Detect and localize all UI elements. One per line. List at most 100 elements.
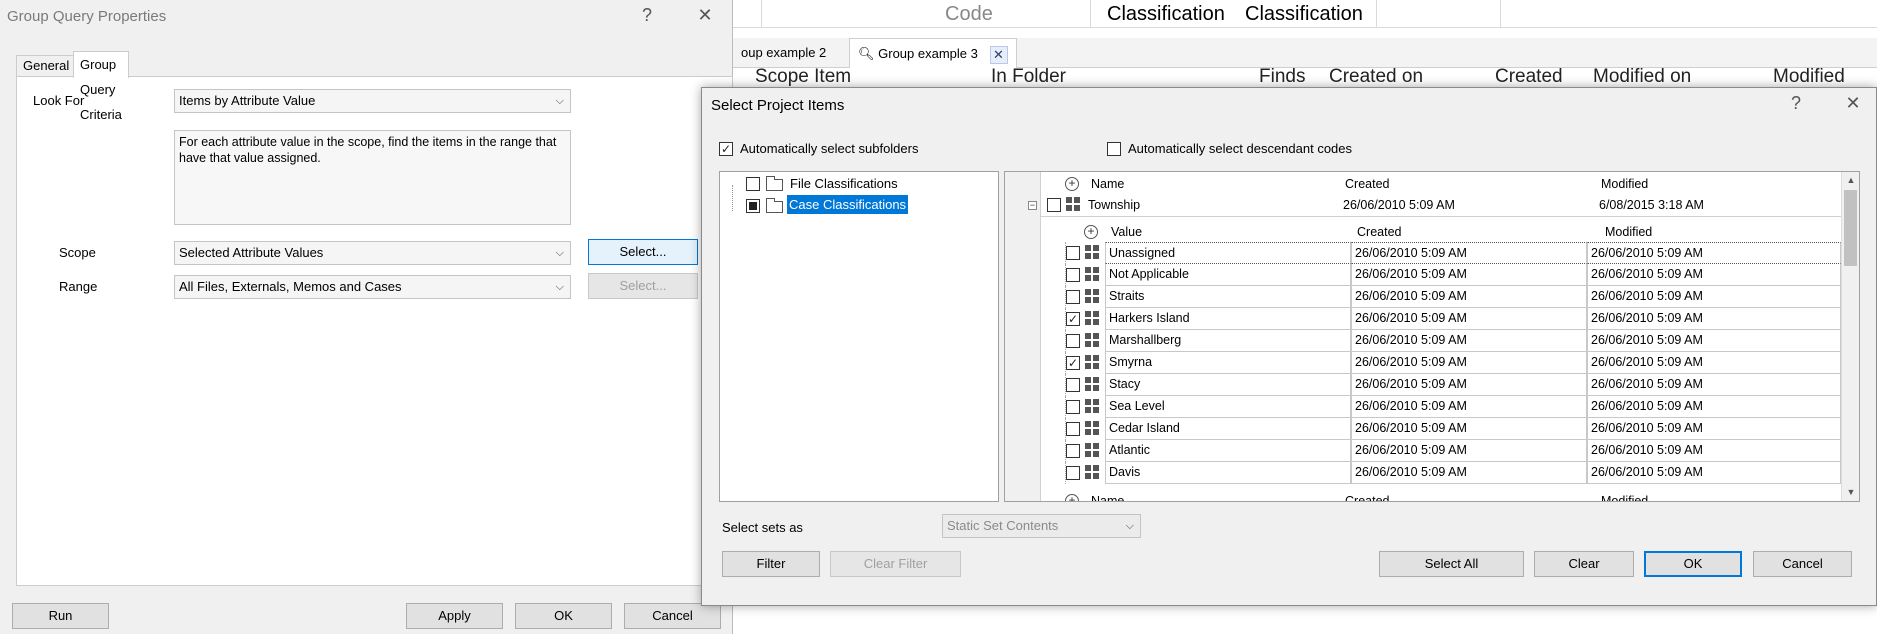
ok-button[interactable]: OK — [515, 603, 612, 629]
row-created: 26/06/2010 5:09 AM — [1351, 418, 1587, 440]
range-dropdown[interactable]: All Files, Externals, Memos and Cases ⌵ — [174, 275, 571, 299]
table-row[interactable]: Not Applicable 26/06/2010 5:09 AM 26/06/20… — [1005, 264, 1841, 286]
help-button[interactable]: ? — [1781, 93, 1811, 114]
scroll-thumb[interactable] — [1844, 190, 1857, 266]
row-checkbox[interactable] — [1066, 312, 1080, 326]
auto-subfolders-checkbox[interactable] — [719, 142, 733, 156]
column-code[interactable]: Code — [945, 0, 993, 28]
tree-item-file-classifications[interactable]: File Classifications — [720, 172, 998, 194]
close-button[interactable]: ✕ — [690, 5, 720, 26]
row-created: 26/06/2010 5:09 AM — [1351, 374, 1587, 396]
table-row[interactable]: Sea Level 26/06/2010 5:09 AM 26/06/2010 5:… — [1005, 396, 1841, 418]
tree-checkbox[interactable] — [746, 199, 760, 213]
add-column-icon[interactable]: + — [1084, 225, 1098, 239]
column-scope-item[interactable]: Scope Item — [755, 68, 851, 88]
row-created: 26/06/2010 5:09 AM — [1351, 352, 1587, 374]
table-row[interactable]: Atlantic 26/06/2010 5:09 AM 26/06/2010 5:0… — [1005, 440, 1841, 462]
row-modified: 26/06/2010 5:09 AM — [1587, 242, 1841, 264]
column-classification[interactable]: Classification — [1107, 0, 1225, 28]
row-checkbox[interactable] — [1066, 378, 1080, 392]
table-row[interactable]: Straits 26/06/2010 5:09 AM 26/06/2010 5:09… — [1005, 286, 1841, 308]
row-value: Harkers Island — [1105, 308, 1351, 330]
row-value: Not Applicable — [1105, 264, 1351, 286]
scope-dropdown[interactable]: Selected Attribute Values ⌵ — [174, 241, 571, 265]
tab-group-query-criteria[interactable]: Group Query Criteria — [73, 51, 129, 122]
row-checkbox[interactable] — [1066, 422, 1080, 436]
tab-general[interactable]: General — [16, 55, 77, 77]
cancel-button[interactable]: Cancel — [624, 603, 721, 629]
row-checkbox[interactable] — [1066, 246, 1080, 260]
attribute-value-icon — [1085, 333, 1100, 348]
range-select-button[interactable]: Select... — [588, 273, 698, 299]
row-checkbox[interactable] — [1066, 356, 1080, 370]
table-row[interactable]: Cedar Island 26/06/2010 5:09 AM 26/06/2010… — [1005, 418, 1841, 440]
row-modified: 26/06/2010 5:09 AM — [1587, 330, 1841, 352]
column-in-folder[interactable]: In Folder — [991, 68, 1066, 88]
help-button[interactable]: ? — [632, 5, 662, 26]
classification-checkbox[interactable] — [1047, 198, 1061, 212]
run-button[interactable]: Run — [12, 603, 109, 629]
table-row[interactable]: Harkers Island26/06/2010 5:09 AM26/06/20… — [1005, 308, 1841, 330]
header-modified[interactable]: Modified — [1605, 225, 1652, 239]
table-row[interactable]: Unassigned 26/06/2010 5:09 AM 26/06/2010 5… — [1005, 242, 1841, 264]
look-for-dropdown[interactable]: Items by Attribute Value ⌵ — [174, 89, 571, 113]
column-modified[interactable]: Modified — [1773, 68, 1845, 88]
header-created[interactable]: Created — [1345, 177, 1389, 191]
folder-icon — [766, 176, 783, 191]
scope-select-button[interactable]: Select... — [588, 239, 698, 265]
row-created: 26/06/2010 5:09 AM — [1351, 440, 1587, 462]
select-all-button[interactable]: Select All — [1379, 551, 1524, 577]
add-column-icon[interactable]: + — [1065, 177, 1079, 191]
tab-group-example-3[interactable]: 🔍︎ Group example 3 ✕ — [849, 38, 1017, 68]
attribute-value-icon — [1085, 377, 1100, 392]
scroll-up-icon[interactable]: ▲ — [1842, 172, 1859, 189]
close-icon[interactable]: ✕ — [989, 45, 1008, 64]
table-row[interactable]: Davis 26/06/2010 5:09 AM 26/06/2010 5:09 A… — [1005, 462, 1841, 484]
auto-descendant-checkbox[interactable] — [1107, 142, 1121, 156]
collapse-icon[interactable]: − — [1028, 201, 1037, 210]
range-value: All Files, Externals, Memos and Cases — [179, 279, 402, 294]
row-checkbox[interactable] — [1066, 400, 1080, 414]
column-created-on[interactable]: Created on — [1329, 68, 1423, 88]
tree-checkbox[interactable] — [746, 177, 760, 191]
items-grid: + Name Created Modified − Township 26/06… — [1004, 171, 1860, 502]
row-created: 26/06/2010 5:09 AM — [1351, 330, 1587, 352]
row-checkbox[interactable] — [1066, 444, 1080, 458]
column-finds[interactable]: Finds — [1259, 68, 1305, 88]
row-checkbox[interactable] — [1066, 290, 1080, 304]
header-created[interactable]: Created — [1345, 494, 1389, 501]
row-modified: 26/06/2010 5:09 AM — [1587, 418, 1841, 440]
clear-button[interactable]: Clear — [1534, 551, 1634, 577]
apply-button[interactable]: Apply — [406, 603, 503, 629]
add-column-icon[interactable]: + — [1065, 494, 1079, 501]
vertical-scrollbar[interactable]: ▲ ▼ — [1841, 172, 1859, 501]
row-checkbox[interactable] — [1066, 334, 1080, 348]
tab-group-example-2[interactable]: oup example 2 — [733, 38, 834, 68]
table-row[interactable]: Marshallberg 26/06/2010 5:09 AM 26/06/2010… — [1005, 330, 1841, 352]
scroll-down-icon[interactable]: ▼ — [1842, 484, 1859, 501]
ok-button[interactable]: OK — [1644, 551, 1742, 577]
auto-descendant-label: Automatically select descendant codes — [1128, 141, 1353, 156]
description-box: For each attribute value in the scope, f… — [174, 130, 571, 225]
tree-item-label: File Classifications — [790, 176, 898, 191]
header-name[interactable]: Name — [1091, 494, 1124, 501]
row-checkbox[interactable] — [1066, 466, 1080, 480]
header-created[interactable]: Created — [1357, 225, 1401, 239]
attribute-value-icon — [1085, 443, 1100, 458]
header-name[interactable]: Name — [1091, 177, 1124, 191]
filter-button[interactable]: Filter — [722, 551, 820, 577]
clear-filter-button[interactable]: Clear Filter — [830, 551, 961, 577]
row-checkbox[interactable] — [1066, 268, 1080, 282]
select-sets-dropdown[interactable]: Static Set Contents ⌵ — [942, 514, 1141, 538]
header-value[interactable]: Value — [1111, 225, 1142, 239]
table-row[interactable]: Smyrna26/06/2010 5:09 AM26/06/2010 5:09 … — [1005, 352, 1841, 374]
cancel-button[interactable]: Cancel — [1753, 551, 1852, 577]
column-created[interactable]: Created — [1495, 68, 1563, 88]
tree-item-case-classifications[interactable]: Case Classifications — [720, 194, 998, 216]
header-modified[interactable]: Modified — [1601, 494, 1648, 501]
header-modified[interactable]: Modified — [1601, 177, 1648, 191]
close-button[interactable]: ✕ — [1838, 93, 1868, 114]
column-modified-on[interactable]: Modified on — [1593, 68, 1691, 88]
column-classification-2[interactable]: Classification — [1245, 0, 1363, 28]
table-row[interactable]: Stacy 26/06/2010 5:09 AM 26/06/2010 5:09 A… — [1005, 374, 1841, 396]
